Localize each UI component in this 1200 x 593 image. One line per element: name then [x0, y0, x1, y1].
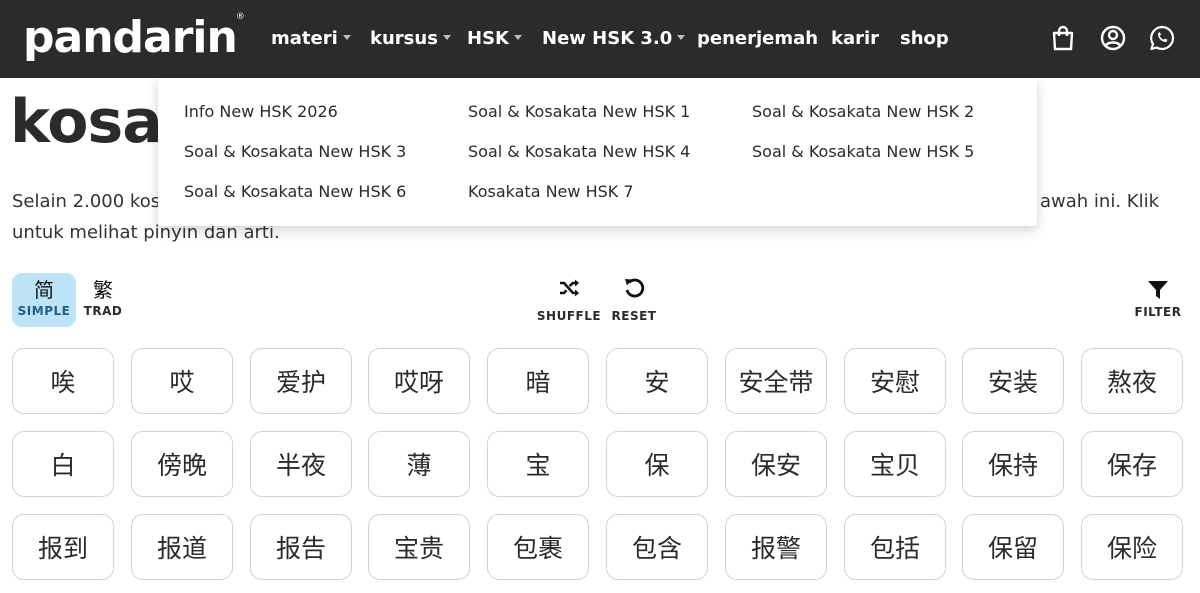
traditional-glyph: 繁	[93, 278, 113, 302]
word-card[interactable]: 安	[606, 348, 708, 414]
word-card[interactable]: 安慰	[844, 348, 946, 414]
whatsapp-icon[interactable]	[1148, 24, 1176, 52]
word-card[interactable]: 唉	[12, 348, 114, 414]
nav-karir[interactable]: karir	[831, 27, 879, 51]
simplified-glyph: 简	[34, 278, 54, 302]
simplified-toggle[interactable]: 简 SIMPLE	[12, 273, 76, 327]
new-hsk-dropdown-menu: Info New HSK 2026 Soal & Kosakata New HS…	[158, 78, 1037, 226]
filter-label: FILTER	[1134, 305, 1182, 319]
word-card[interactable]: 半夜	[250, 431, 352, 497]
nav-shop[interactable]: shop	[900, 27, 949, 51]
menu-item-hsk-2[interactable]: Soal & Kosakata New HSK 2	[752, 101, 974, 123]
chevron-down-icon	[677, 34, 686, 40]
traditional-label: TRAD	[83, 304, 123, 318]
nav-label: HSK	[467, 28, 509, 49]
nav-new-hsk[interactable]: New HSK 3.0	[542, 27, 686, 51]
nav-penerjemah[interactable]: penerjemah	[697, 27, 818, 51]
simplified-label: SIMPLE	[17, 304, 71, 318]
reset-label: RESET	[611, 309, 657, 323]
word-card[interactable]: 包含	[606, 514, 708, 580]
nav-label: shop	[900, 28, 949, 49]
word-card[interactable]: 熬夜	[1081, 348, 1183, 414]
reset-icon	[625, 278, 645, 298]
word-card[interactable]: 宝	[487, 431, 589, 497]
word-card[interactable]: 傍晚	[131, 431, 233, 497]
word-card[interactable]: 爱护	[250, 348, 352, 414]
word-card[interactable]: 哎呀	[368, 348, 470, 414]
shuffle-icon	[560, 279, 579, 297]
menu-item-hsk-4[interactable]: Soal & Kosakata New HSK 4	[468, 141, 690, 163]
nav-label: penerjemah	[697, 28, 819, 49]
word-card[interactable]: 薄	[368, 431, 470, 497]
registered-mark: ®	[235, 12, 245, 22]
word-card[interactable]: 报到	[12, 514, 114, 580]
nav-label: New HSK 3.0	[542, 28, 673, 49]
menu-item-hsk-1[interactable]: Soal & Kosakata New HSK 1	[468, 101, 690, 123]
word-card[interactable]: 包括	[844, 514, 946, 580]
word-card[interactable]: 安装	[962, 348, 1064, 414]
nav-label: kursus	[370, 28, 438, 49]
nav-hsk[interactable]: HSK	[467, 27, 522, 51]
word-card[interactable]: 报道	[131, 514, 233, 580]
shuffle-button[interactable]: SHUFFLE	[536, 274, 602, 324]
cart-icon[interactable]	[1049, 24, 1077, 52]
menu-item-info-new-hsk[interactable]: Info New HSK 2026	[184, 101, 338, 123]
reset-button[interactable]: RESET	[610, 274, 658, 324]
word-card[interactable]: 保	[606, 431, 708, 497]
word-card[interactable]: 保存	[1081, 431, 1183, 497]
word-card[interactable]: 白	[12, 431, 114, 497]
nav-materi[interactable]: materi	[271, 27, 351, 51]
menu-item-hsk-6[interactable]: Soal & Kosakata New HSK 6	[184, 181, 406, 203]
word-card[interactable]: 保持	[962, 431, 1064, 497]
chevron-down-icon	[513, 34, 522, 40]
word-card[interactable]: 保险	[1081, 514, 1183, 580]
menu-item-hsk-3[interactable]: Soal & Kosakata New HSK 3	[184, 141, 406, 163]
logo-text: pandarin	[23, 12, 238, 63]
logo[interactable]: pandarin ®	[23, 10, 245, 66]
menu-item-hsk-7[interactable]: Kosakata New HSK 7	[468, 181, 634, 203]
shuffle-label: SHUFFLE	[536, 309, 602, 323]
word-card[interactable]: 暗	[487, 348, 589, 414]
word-card[interactable]: 报告	[250, 514, 352, 580]
word-card[interactable]: 保留	[962, 514, 1064, 580]
chevron-down-icon	[342, 34, 351, 40]
filter-icon	[1148, 281, 1168, 299]
top-navbar: pandarin ® materi kursus HSK New HSK 3.0…	[0, 0, 1200, 78]
word-card[interactable]: 宝贝	[844, 431, 946, 497]
nav-label: materi	[271, 28, 338, 49]
chevron-down-icon	[442, 34, 451, 40]
word-card[interactable]: 包裹	[487, 514, 589, 580]
word-card[interactable]: 宝贵	[368, 514, 470, 580]
word-card[interactable]: 报警	[725, 514, 827, 580]
word-card[interactable]: 保安	[725, 431, 827, 497]
traditional-toggle[interactable]: 繁 TRAD	[80, 273, 126, 327]
menu-item-hsk-5[interactable]: Soal & Kosakata New HSK 5	[752, 141, 974, 163]
nav-kursus[interactable]: kursus	[370, 27, 451, 51]
intro-line-1-end: awah ini. Klik	[1040, 191, 1159, 212]
filter-button[interactable]: FILTER	[1130, 280, 1186, 324]
user-icon[interactable]	[1099, 24, 1127, 52]
word-card[interactable]: 哎	[131, 348, 233, 414]
nav-label: karir	[831, 28, 880, 49]
word-card[interactable]: 安全带	[725, 348, 827, 414]
